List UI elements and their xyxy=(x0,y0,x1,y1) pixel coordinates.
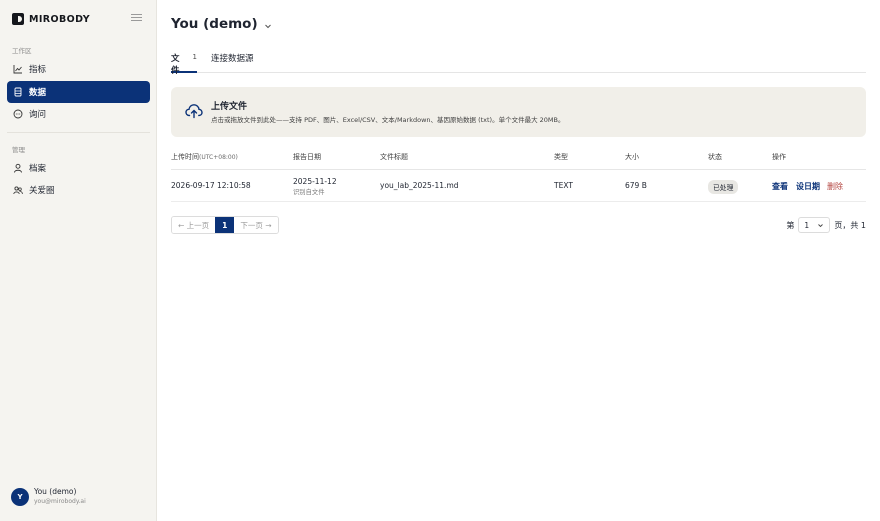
prev-page-button[interactable]: ← 上一页 xyxy=(172,217,216,233)
tab-label: 连接数据源 xyxy=(211,54,254,64)
tab-files[interactable]: 文件 1 xyxy=(171,50,197,76)
cloud-upload-icon xyxy=(185,103,203,119)
user-account[interactable]: Y You (demo) you@mirobody.ai xyxy=(11,487,86,506)
tab-count: 1 xyxy=(192,53,197,61)
sidebar-item-data[interactable]: 数据 xyxy=(7,81,150,103)
page-select-value: 1 xyxy=(804,220,810,230)
column-timezone: (UTC+08:00) xyxy=(199,154,238,161)
chart-line-icon xyxy=(13,64,23,74)
column-file-title[interactable]: 文件标题 xyxy=(380,152,408,162)
next-page-button[interactable]: 下一页 → xyxy=(234,217,278,233)
cell-report-date-note: 识别自文件 xyxy=(293,189,325,196)
column-size[interactable]: 大小 xyxy=(625,152,639,162)
sidebar-divider xyxy=(7,132,150,133)
tab-connect-sources[interactable]: 连接数据源 xyxy=(211,50,254,73)
sidebar-item-label: 档案 xyxy=(29,164,47,174)
page-jump-suffix: 页，共 1 xyxy=(834,220,866,230)
user-email: you@mirobody.ai xyxy=(34,498,86,505)
cell-file-title[interactable]: you_lab_2025-11.md xyxy=(380,181,459,190)
upload-title: 上传文件 xyxy=(211,102,248,112)
upload-description: 点击或拖放文件到此处——支持 PDF、图片、Excel/CSV、文本/Markd… xyxy=(211,116,565,124)
account-switcher[interactable]: You (demo) xyxy=(171,16,273,32)
logo-mark-icon xyxy=(12,13,24,25)
cell-upload-time: 2026-09-17 12:10:58 xyxy=(171,181,251,190)
column-label: 上传时间 xyxy=(171,153,199,161)
column-report-date[interactable]: 报告日期 xyxy=(293,152,321,162)
sidebar-item-ask[interactable]: 询问 xyxy=(7,103,150,125)
cell-size: 679 B xyxy=(625,181,647,190)
brand-name: MIROBODY xyxy=(29,13,90,25)
page-jump-prefix: 第 xyxy=(786,220,795,230)
upload-dropzone[interactable]: 上传文件 点击或拖放文件到此处——支持 PDF、图片、Excel/CSV、文本/… xyxy=(171,87,866,137)
table-row[interactable]: 2026-09-17 12:10:58 2025-11-12 识别自文件 you… xyxy=(171,170,866,202)
section-label-workspace: 工作区 xyxy=(12,47,32,55)
user-icon xyxy=(13,163,23,173)
section-label-manage: 管理 xyxy=(12,146,25,154)
delete-button[interactable]: 删除 xyxy=(827,181,843,192)
set-date-button[interactable]: 设日期 xyxy=(796,181,820,192)
view-button[interactable]: 查看 xyxy=(772,181,788,192)
chat-icon xyxy=(13,109,23,119)
page-title: You (demo) xyxy=(171,16,258,32)
database-icon xyxy=(13,87,23,97)
column-type[interactable]: 类型 xyxy=(554,152,568,162)
column-status[interactable]: 状态 xyxy=(708,152,722,162)
avatar: Y xyxy=(11,487,29,506)
page-jump: 第 1 页，共 1 xyxy=(786,216,866,234)
sidebar-item-profile[interactable]: 档案 xyxy=(7,157,150,179)
cell-type: TEXT xyxy=(554,181,573,190)
chevron-down-icon xyxy=(818,223,824,227)
table-header: 上传时间(UTC+08:00) 报告日期 文件标题 类型 大小 状态 操作 xyxy=(171,150,866,170)
people-icon xyxy=(13,185,23,195)
chevron-down-icon xyxy=(263,19,273,29)
sidebar-item-metrics[interactable]: 指标 xyxy=(7,58,150,80)
sidebar: MIROBODY 工作区 指标 数据 询问 管理 档案 关爱圈 Y You (d… xyxy=(0,0,157,521)
sidebar-item-label: 数据 xyxy=(29,88,47,98)
brand-logo[interactable]: MIROBODY xyxy=(12,13,90,25)
sidebar-item-care-circle[interactable]: 关爱圈 xyxy=(7,179,150,201)
sidebar-item-label: 询问 xyxy=(29,110,47,120)
user-name: You (demo) xyxy=(34,487,77,496)
sidebar-item-label: 指标 xyxy=(29,65,47,75)
column-actions: 操作 xyxy=(772,153,786,161)
page-number-current[interactable]: 1 xyxy=(215,217,235,233)
tab-bar: 文件 1 连接数据源 xyxy=(171,50,866,76)
tab-label: 文件 xyxy=(171,54,180,76)
sidebar-collapse-icon[interactable] xyxy=(131,14,142,24)
main-content: You (demo) 文件 1 连接数据源 上传文件 点击或拖放文件到此处——支… xyxy=(171,0,866,521)
pagination: ← 上一页 1 下一页 → xyxy=(171,216,279,234)
status-badge: 已处理 xyxy=(708,180,739,194)
page-select[interactable]: 1 xyxy=(798,217,831,233)
cell-report-date: 2025-11-12 xyxy=(293,177,337,186)
column-upload-time[interactable]: 上传时间(UTC+08:00) xyxy=(171,152,238,162)
sidebar-item-label: 关爱圈 xyxy=(29,186,55,196)
